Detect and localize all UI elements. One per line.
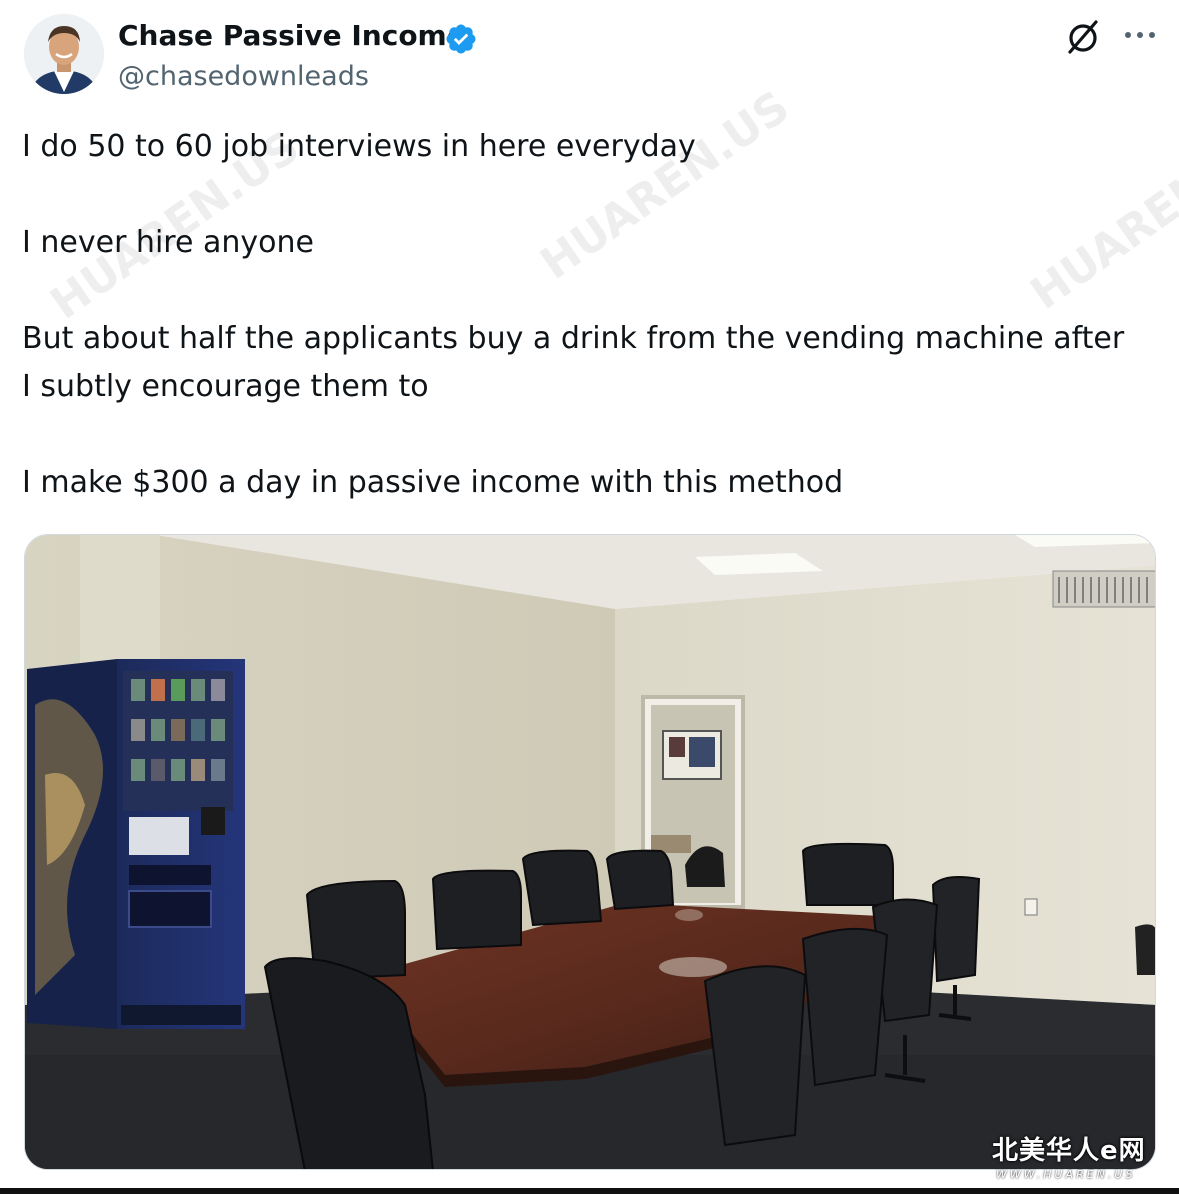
tweet: HUAREN.US HUAREN.US HUAREN.US Chase Pass… xyxy=(0,0,1179,1194)
author-name[interactable]: Chase Passive Income xyxy=(118,18,466,54)
post-text-line: I never hire anyone xyxy=(22,225,314,260)
post-text-line: I subtly encourage them to xyxy=(22,369,429,404)
site-watermark-badge: 北美华人e网 xyxy=(992,1136,1146,1166)
watermark: HUAREN.US xyxy=(531,81,799,290)
post-text-line: I make $300 a day in passive income with… xyxy=(22,465,844,500)
post-text-line: But about half the applicants buy a drin… xyxy=(22,321,1125,356)
more-options-icon[interactable] xyxy=(1120,20,1160,50)
avatar[interactable] xyxy=(24,14,104,94)
grok-icon[interactable] xyxy=(1062,16,1104,58)
author-handle[interactable]: @chasedownleads xyxy=(118,60,369,94)
site-watermark-url: WWW.HUAREN.US xyxy=(996,1168,1136,1181)
watermark: HUAREN.US xyxy=(1021,111,1179,320)
post-text-line: I do 50 to 60 job interviews in here eve… xyxy=(22,129,696,164)
bottom-divider xyxy=(0,1188,1179,1194)
post-photo[interactable] xyxy=(24,534,1156,1170)
verified-badge-icon[interactable] xyxy=(444,22,478,56)
